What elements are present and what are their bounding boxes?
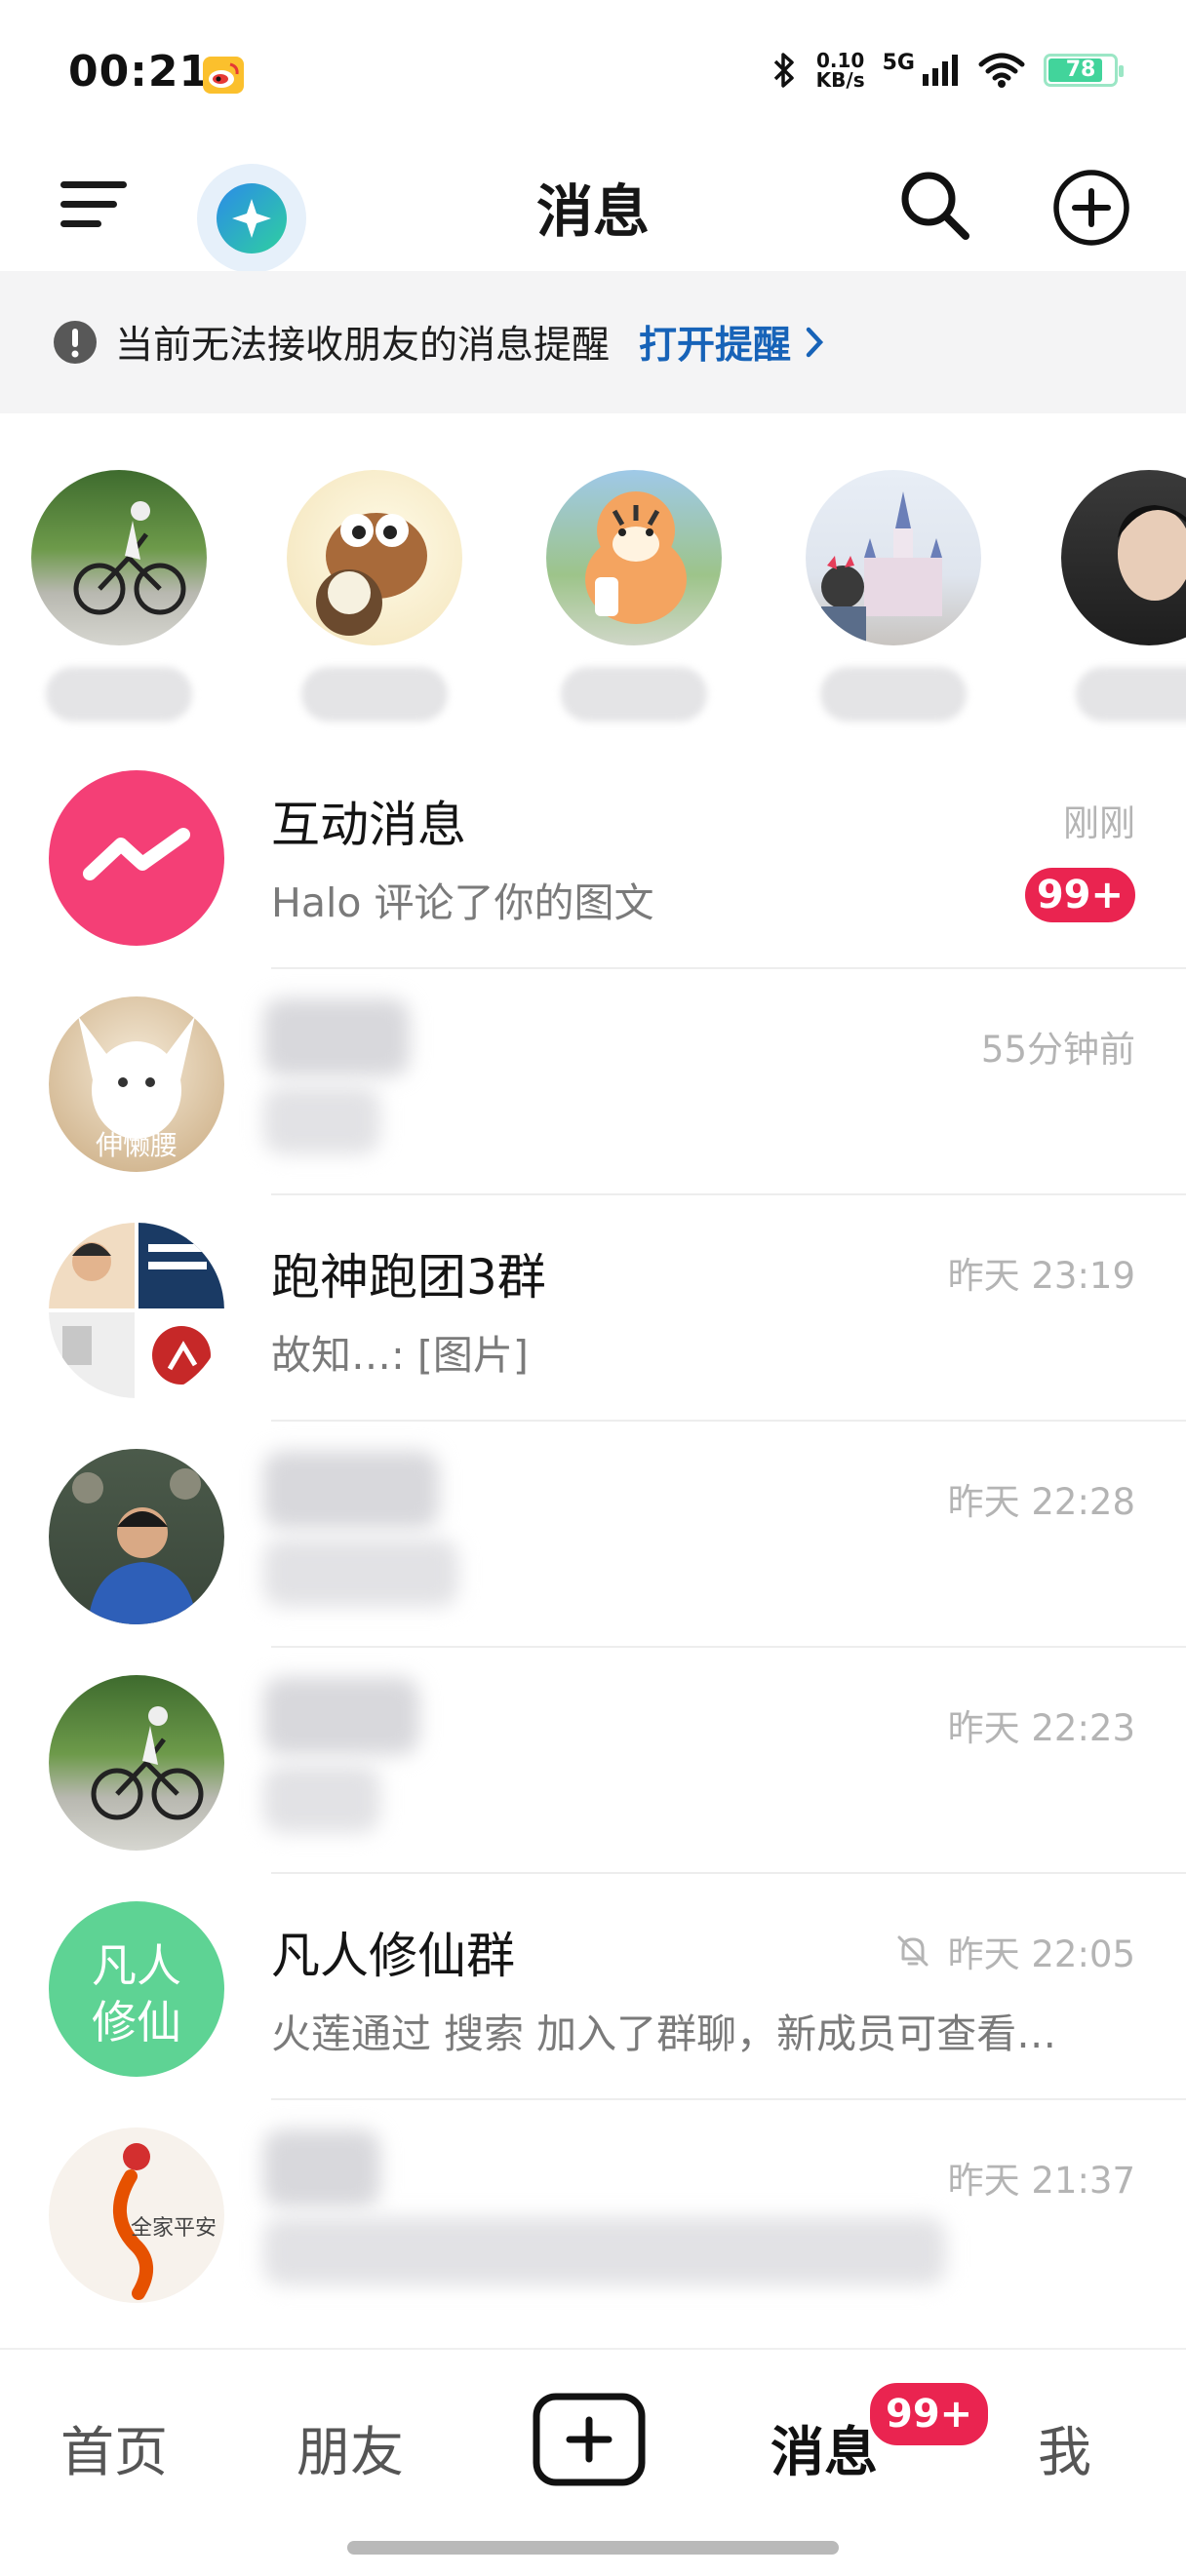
avatar-caption: 全家平安 xyxy=(131,2216,217,2241)
conversation-name: 跑神跑团3群 xyxy=(271,1249,546,1306)
conversation-list: 互动消息 Halo 评论了你的图文 刚刚 99+ 伸懒腰 55分钟前 跑神跑团3… xyxy=(0,743,1186,2326)
story-item[interactable] xyxy=(806,470,981,722)
conversation-row-interactions[interactable]: 互动消息 Halo 评论了你的图文 刚刚 99+ xyxy=(0,743,1186,969)
unread-badge: 99+ xyxy=(1024,868,1135,922)
nav-friends[interactable]: 朋友 xyxy=(296,2408,404,2486)
nav-me[interactable]: 我 xyxy=(1038,2408,1091,2486)
conversation-row[interactable]: 伸懒腰 55分钟前 xyxy=(0,969,1186,1195)
message-bolt-icon xyxy=(83,828,190,880)
blurred-preview xyxy=(263,2217,946,2285)
tiger-avatar xyxy=(546,470,722,645)
group-text-avatar: 凡人 修仙 xyxy=(49,1901,224,2077)
home-indicator[interactable] xyxy=(347,2541,839,2555)
blurred-name xyxy=(263,1451,439,1529)
bluetooth-icon xyxy=(773,53,794,88)
network-type: 5G xyxy=(882,51,915,75)
story-item[interactable] xyxy=(31,470,207,722)
notification-banner: 当前无法接收朋友的消息提醒 打开提醒 xyxy=(0,271,1186,413)
chevron-right-icon xyxy=(806,327,824,358)
cyclist-avatar xyxy=(49,1675,224,1851)
group-avatar xyxy=(49,1223,224,1398)
add-circle-icon[interactable] xyxy=(1051,168,1131,248)
conversation-row[interactable]: 凡人 修仙 凡人修仙群 火莲通过 搜索 加入了群聊，新成员可查看… 昨天 22:… xyxy=(0,1874,1186,2100)
nav-home[interactable]: 首页 xyxy=(60,2408,168,2486)
clock: 00:21 xyxy=(68,47,211,97)
cyclist-avatar xyxy=(31,470,207,645)
story-item[interactable] xyxy=(287,470,462,722)
search-icon[interactable] xyxy=(895,166,973,244)
create-post-button[interactable] xyxy=(533,2393,646,2486)
bottom-navigation: 首页 朋友 消息 99+ 我 xyxy=(0,2348,1186,2576)
avatar-text-line1: 凡人 xyxy=(92,1939,181,1992)
page-title: 消息 xyxy=(535,178,650,245)
battery-indicator: 78 xyxy=(1044,54,1124,87)
cat-avatar: 伸懒腰 xyxy=(49,996,224,1172)
conversation-preview: Halo 评论了你的图文 xyxy=(271,879,654,926)
status-bar: 00:21 0.10 KB/s 5G 78 xyxy=(0,0,1186,137)
conversation-preview: 故知…: [图片] xyxy=(271,1332,529,1379)
conversation-row[interactable]: 昨天 22:23 xyxy=(0,1648,1186,1874)
portrait-avatar xyxy=(1061,470,1186,645)
interaction-avatar xyxy=(49,770,224,946)
messages-unread-badge: 99+ xyxy=(866,2379,993,2449)
conversation-preview: 火莲通过 搜索 加入了群聊，新成员可查看… xyxy=(271,2010,1057,2057)
conversation-time: 55分钟前 xyxy=(980,1029,1135,1071)
conversation-time: 昨天 21:37 xyxy=(947,2160,1135,2202)
signal-icon xyxy=(923,55,958,86)
cartoon-avatar xyxy=(287,470,462,645)
conversation-time: 昨天 22:23 xyxy=(947,1707,1135,1749)
top-bar: 消息 xyxy=(0,137,1186,273)
nav-messages[interactable]: 消息 xyxy=(771,2408,878,2486)
conversation-name: 互动消息 xyxy=(271,797,466,853)
castle-avatar xyxy=(806,470,981,645)
network-speed: 0.10 KB/s xyxy=(815,49,865,92)
avatar-text-line2: 修仙 xyxy=(92,1996,181,2049)
conversation-row[interactable]: 昨天 22:28 xyxy=(0,1422,1186,1648)
blurred-name xyxy=(263,2129,380,2207)
blurred-name xyxy=(263,1677,419,1755)
conversation-time: 刚刚 xyxy=(1063,802,1135,844)
conversation-time: 昨天 23:19 xyxy=(947,1255,1135,1297)
friend-stories-row xyxy=(0,470,1186,733)
blurred-preview xyxy=(263,1539,458,1607)
story-item[interactable] xyxy=(546,470,722,722)
wifi-icon xyxy=(978,53,1025,88)
banner-text: 当前无法接收朋友的消息提醒 xyxy=(115,324,611,368)
story-item[interactable] xyxy=(1061,470,1186,722)
blurred-name xyxy=(263,998,410,1076)
man-avatar xyxy=(49,1449,224,1624)
enable-notifications-link[interactable]: 打开提醒 xyxy=(639,315,824,370)
blurred-preview xyxy=(263,1765,380,1833)
conversation-name: 凡人修仙群 xyxy=(271,1928,515,1984)
muted-bell-icon xyxy=(897,1935,929,1967)
conversation-row[interactable]: 全家平安 昨天 21:37 xyxy=(0,2100,1186,2326)
koi-avatar: 全家平安 xyxy=(49,2127,224,2303)
conversation-time: 昨天 22:28 xyxy=(947,1481,1135,1523)
conversation-row[interactable]: 跑神跑团3群 故知…: [图片] 昨天 23:19 xyxy=(0,1195,1186,1422)
info-icon xyxy=(54,321,97,364)
conversation-time: 昨天 22:05 xyxy=(893,1925,1135,1977)
blurred-preview xyxy=(263,1086,380,1154)
avatar-caption: 伸懒腰 xyxy=(96,1129,178,1161)
weibo-icon xyxy=(203,57,244,94)
